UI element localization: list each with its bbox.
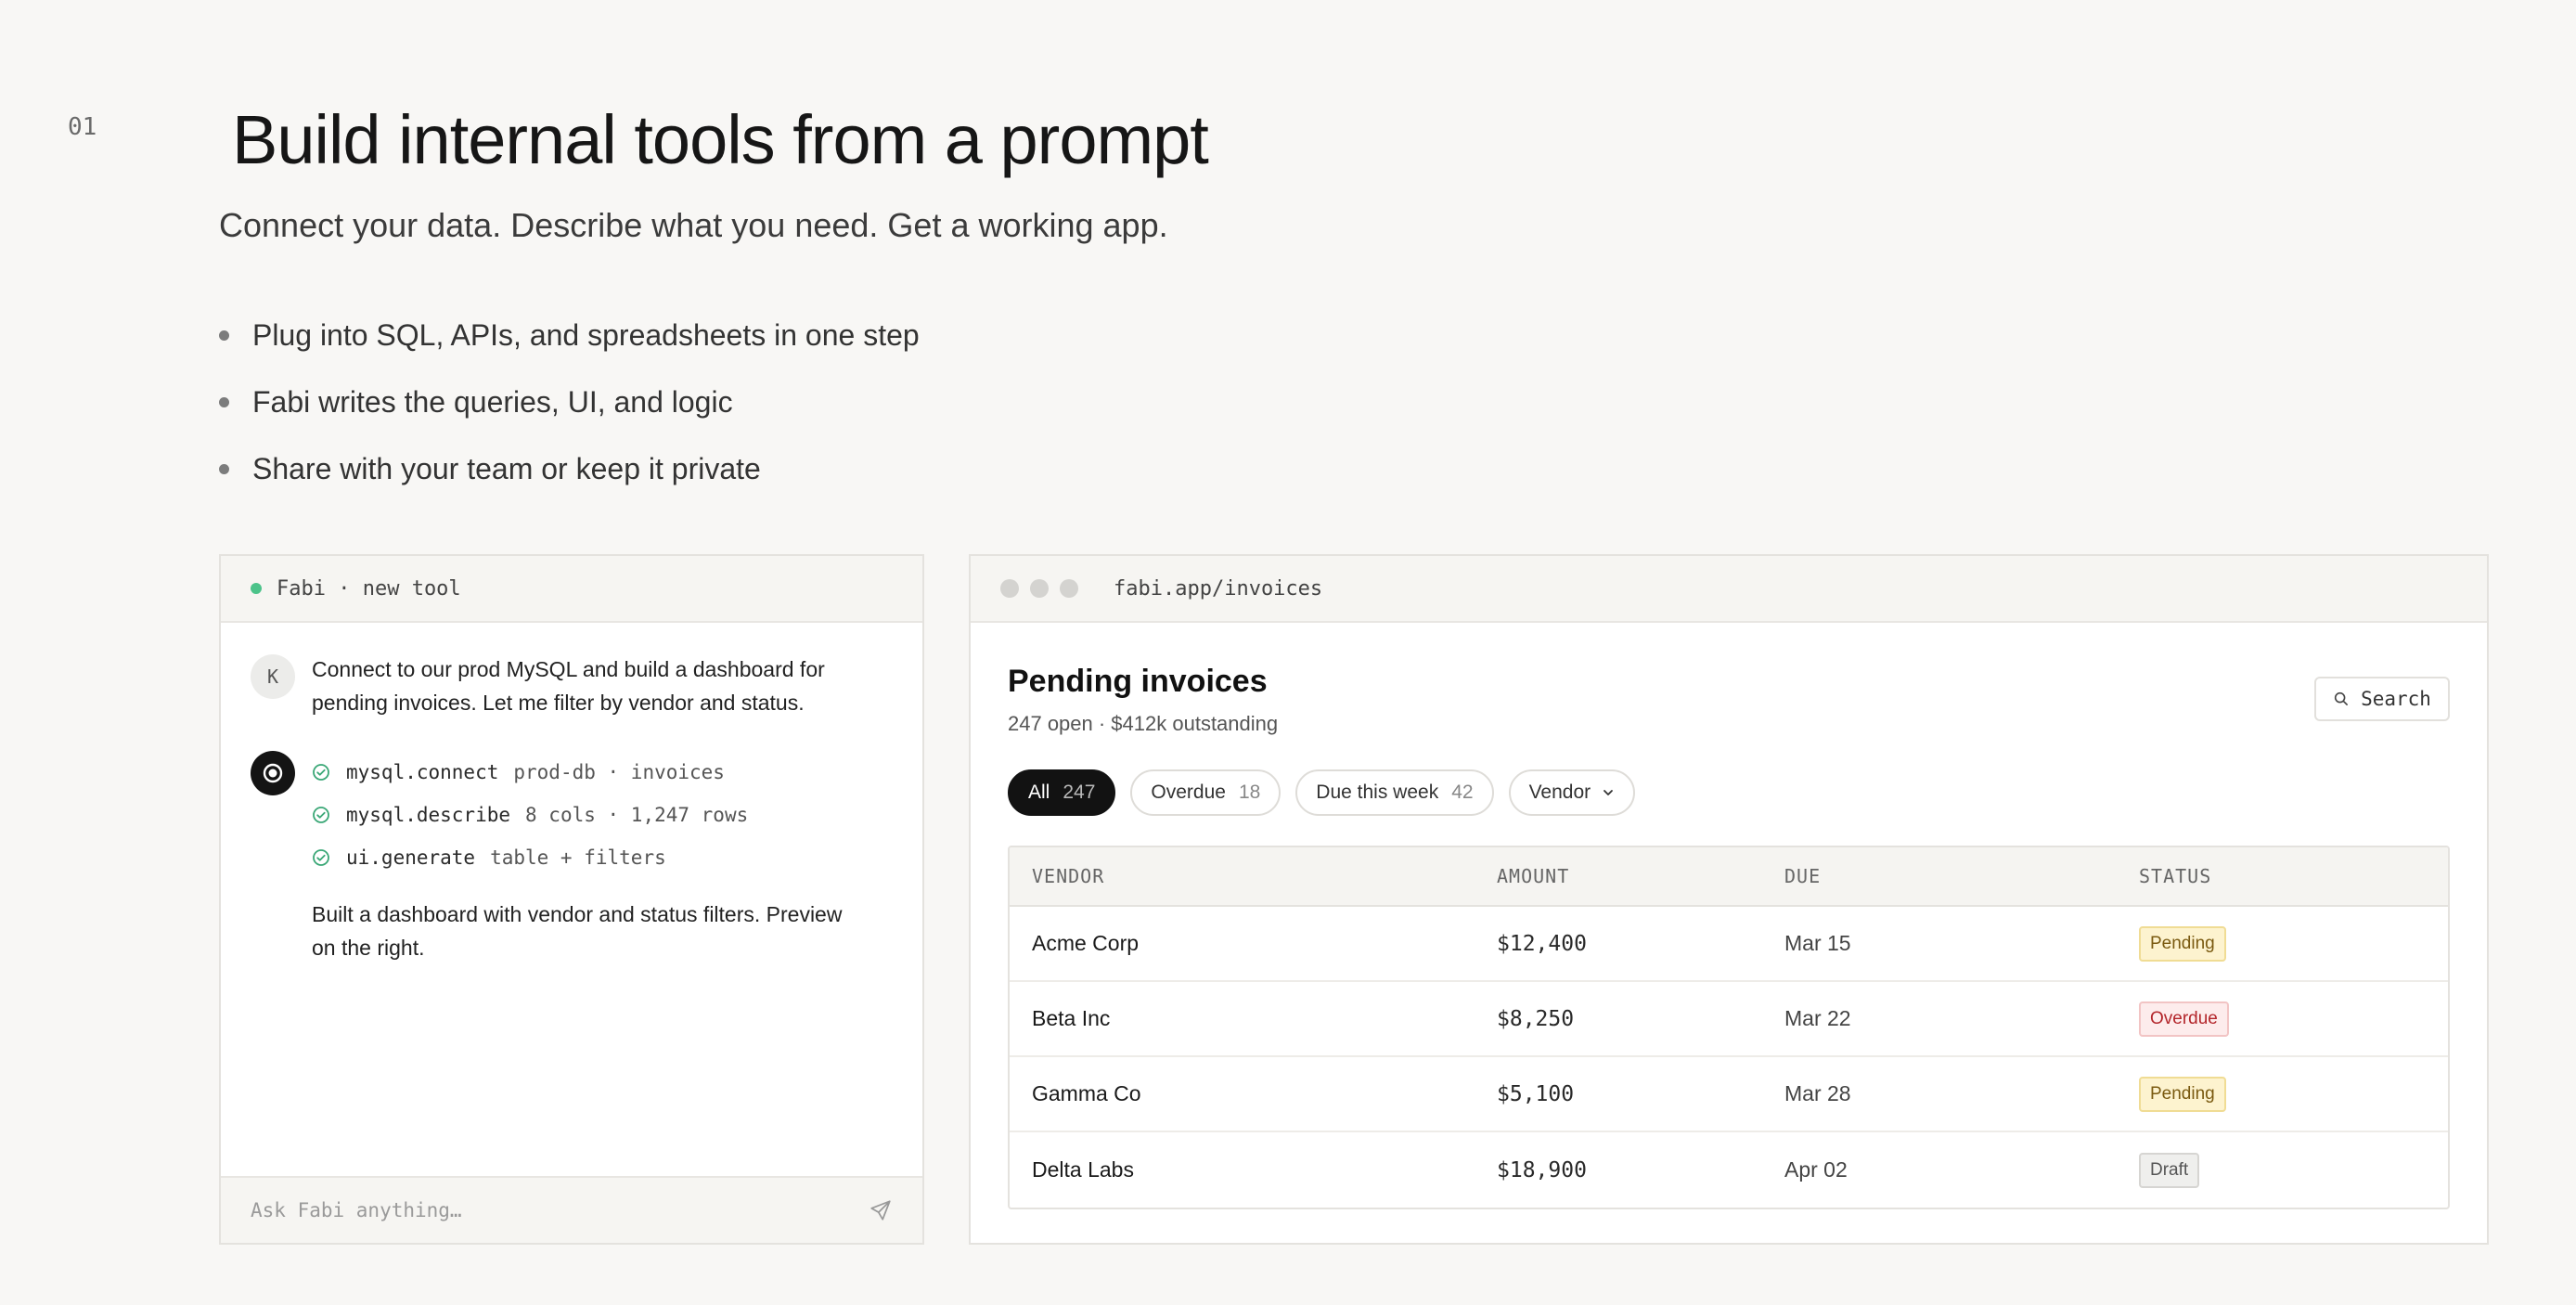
bullet-dot <box>219 463 229 474</box>
due-cell: Mar 28 <box>1784 1081 1851 1105</box>
window-controls <box>1000 579 1089 598</box>
app-summary: 247 open · $412k outstanding <box>1008 712 1279 735</box>
tool-step: mysql.describe 8 cols · 1,247 rows <box>312 794 869 836</box>
filter-count: 18 <box>1238 782 1261 803</box>
table-row[interactable]: Beta Inc $8,250 Mar 22 Overdue <box>1010 982 2448 1057</box>
feature-item: Plug into SQL, APIs, and spreadsheets in… <box>219 302 920 368</box>
feature-item: Fabi writes the queries, UI, and logic <box>219 368 920 435</box>
due-cell: Mar 15 <box>1784 931 1851 955</box>
table-row[interactable]: Delta Labs $18,900 Apr 02 Draft <box>1010 1132 2448 1208</box>
filter-label: Due this week <box>1316 782 1439 803</box>
chat-input[interactable]: Ask Fabi anything… <box>221 1176 922 1243</box>
chat-input-placeholder: Ask Fabi anything… <box>251 1199 462 1221</box>
vendor-cell: Beta Inc <box>1032 1006 1111 1030</box>
app-title: Pending invoices <box>1008 664 1268 699</box>
tool-command: mysql.connect <box>346 761 499 783</box>
tool-step: ui.generate table + filters <box>312 836 869 879</box>
tool-argument: table + filters <box>490 846 666 869</box>
section-number: 01 <box>68 113 97 141</box>
invoices-table: VENDOR AMOUNT DUE STATUS Acme Corp $12,4… <box>1008 846 2450 1209</box>
filter-label: Vendor <box>1528 782 1591 803</box>
filter-chip-all[interactable]: All 247 <box>1008 769 1116 816</box>
url-bar[interactable]: fabi.app/invoices <box>1114 577 1322 601</box>
chevron-down-icon <box>1604 790 1614 795</box>
feature-item: Share with your team or keep it private <box>219 435 920 502</box>
send-icon[interactable] <box>869 1198 893 1222</box>
search-label: Search <box>2361 688 2431 710</box>
filter-label: All <box>1028 782 1050 803</box>
amount-cell: $5,100 <box>1497 1081 1575 1106</box>
online-status-dot <box>251 583 262 594</box>
vendor-dropdown[interactable]: Vendor <box>1508 769 1636 816</box>
tool-step: mysql.connect prod-db · invoices <box>312 751 869 794</box>
column-header-due[interactable]: DUE <box>1784 865 2139 887</box>
feature-list: Plug into SQL, APIs, and spreadsheets in… <box>219 302 920 502</box>
browser-preview: fabi.app/invoices Pending invoices 247 o… <box>969 554 2489 1245</box>
due-cell: Apr 02 <box>1784 1157 1848 1182</box>
check-circle-icon <box>313 764 329 781</box>
user-message: K Connect to our prod MySQL and build a … <box>251 654 895 719</box>
assistant-reply-text: Built a dashboard with vendor and status… <box>312 902 843 960</box>
avatar: K <box>251 654 295 699</box>
tool-command: ui.generate <box>346 846 476 869</box>
vendor-cell: Acme Corp <box>1032 931 1140 955</box>
status-badge: Pending <box>2139 1076 2226 1112</box>
feature-text: Fabi writes the queries, UI, and logic <box>252 384 733 419</box>
browser-toolbar: fabi.app/invoices <box>971 556 2487 623</box>
filter-count: 42 <box>1451 782 1474 803</box>
bullet-dot <box>219 329 229 341</box>
chat-panel: Fabi · new tool K Connect to our prod My… <box>219 554 924 1245</box>
maximize-window-dot[interactable] <box>1060 579 1078 598</box>
search-icon <box>2334 691 2348 705</box>
page-subtitle: Connect your data. Describe what you nee… <box>219 206 1168 244</box>
vendor-cell: Gamma Co <box>1032 1081 1141 1105</box>
tool-command: mysql.describe <box>346 804 511 826</box>
table-header: VENDOR AMOUNT DUE STATUS <box>1010 847 2448 907</box>
close-window-dot[interactable] <box>1000 579 1019 598</box>
feature-text: Share with your team or keep it private <box>252 451 761 485</box>
status-badge: Overdue <box>2139 1001 2229 1037</box>
column-header-amount[interactable]: AMOUNT <box>1497 865 1784 887</box>
amount-cell: $18,900 <box>1497 1157 1587 1182</box>
chat-title: Fabi · new tool <box>277 576 461 601</box>
chat-header: Fabi · new tool <box>221 556 922 623</box>
table-row[interactable]: Gamma Co $5,100 Mar 28 Pending <box>1010 1057 2448 1132</box>
filter-bar: All 247 Overdue 18 Due this week 42 Vend… <box>1008 769 1650 816</box>
bullet-dot <box>219 396 229 407</box>
amount-cell: $8,250 <box>1497 1006 1575 1031</box>
column-header-status[interactable]: STATUS <box>2139 865 2417 887</box>
assistant-message: mysql.connect prod-db · invoices mysql.d… <box>251 751 895 964</box>
due-cell: Mar 22 <box>1784 1006 1851 1030</box>
status-badge: Draft <box>2139 1152 2200 1188</box>
search-button[interactable]: Search <box>2314 677 2450 721</box>
tool-argument: 8 cols · 1,247 rows <box>525 804 749 826</box>
status-badge: Pending <box>2139 925 2226 962</box>
fabi-logo-icon <box>251 751 295 795</box>
filter-count: 247 <box>1063 782 1096 803</box>
feature-text: Plug into SQL, APIs, and spreadsheets in… <box>252 317 920 352</box>
minimize-window-dot[interactable] <box>1030 579 1049 598</box>
user-message-text: Connect to our prod MySQL and build a da… <box>312 657 825 715</box>
check-circle-icon <box>313 807 329 823</box>
filter-chip-due-this-week[interactable]: Due this week 42 <box>1295 769 1494 816</box>
column-header-vendor[interactable]: VENDOR <box>1010 865 1497 887</box>
filter-label: Overdue <box>1151 782 1226 803</box>
check-circle-icon <box>313 849 329 866</box>
vendor-cell: Delta Labs <box>1032 1157 1134 1182</box>
tool-argument: prod-db · invoices <box>513 761 725 783</box>
filter-chip-overdue[interactable]: Overdue 18 <box>1130 769 1282 816</box>
amount-cell: $12,400 <box>1497 931 1587 956</box>
table-row[interactable]: Acme Corp $12,400 Mar 15 Pending <box>1010 907 2448 982</box>
page-title: Build internal tools from a prompt <box>232 101 1209 178</box>
